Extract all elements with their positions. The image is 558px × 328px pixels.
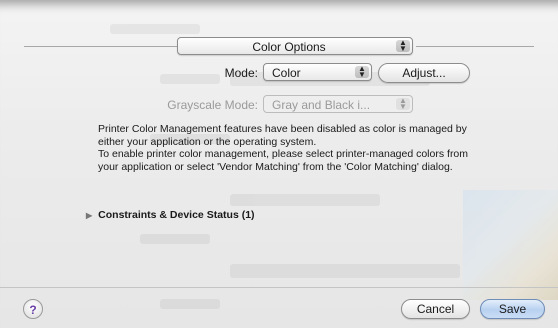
- panel-popup-menu[interactable]: Color Options ▲ ▼: [177, 37, 413, 55]
- mode-label: Mode:: [224, 66, 258, 80]
- mode-popup[interactable]: Color ▲ ▼: [263, 63, 372, 81]
- updown-arrows-icon: ▲ ▼: [396, 39, 410, 53]
- grayscale-mode-value: Gray and Black i...: [272, 98, 371, 112]
- background-photo: [463, 190, 558, 300]
- separator-right: [416, 46, 534, 47]
- save-button[interactable]: Save: [480, 299, 545, 319]
- grayscale-mode-label: Grayscale Mode:: [167, 98, 258, 112]
- color-management-info: Printer Color Management features have b…: [98, 123, 474, 173]
- updown-arrows-icon: ▲ ▼: [355, 65, 369, 79]
- footer-separator: [0, 287, 558, 288]
- panel-popup-value: Color Options: [252, 40, 326, 54]
- constraints-disclosure[interactable]: ▶ Constraints & Device Status (1): [86, 209, 255, 221]
- disclosure-triangle-icon[interactable]: ▶: [86, 211, 92, 220]
- info-text-1: Printer Color Management features have b…: [98, 123, 467, 148]
- print-sheet: Color Options ▲ ▼ Mode: Color ▲ ▼ Adjust..…: [0, 0, 558, 328]
- info-text-2: To enable printer color management, plea…: [98, 148, 469, 173]
- cancel-button[interactable]: Cancel: [401, 299, 470, 319]
- updown-arrows-icon: ▲ ▼: [396, 97, 410, 111]
- mode-popup-value: Color: [272, 66, 301, 80]
- separator-left: [24, 46, 177, 47]
- help-icon[interactable]: ?: [23, 299, 43, 319]
- adjust-button[interactable]: Adjust...: [378, 63, 470, 83]
- constraints-disclosure-label: Constraints & Device Status (1): [98, 209, 255, 221]
- grayscale-mode-popup[interactable]: Gray and Black i... ▲ ▼: [263, 95, 413, 113]
